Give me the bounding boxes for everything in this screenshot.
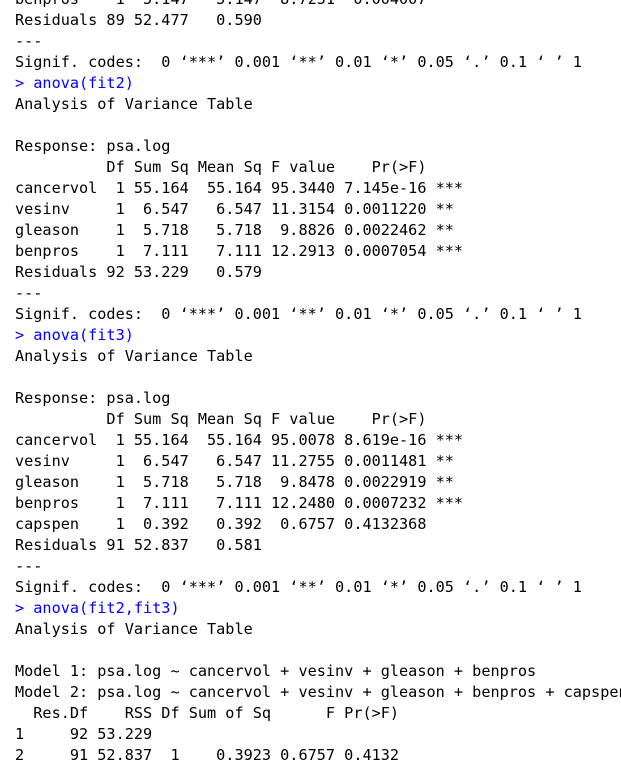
- console-output-line: Model 1: psa.log ~ cancervol + vesinv + …: [15, 662, 537, 680]
- r-console-output[interactable]: benpros 1 5.147 5.147 8.7251 0.004007Res…: [15, 0, 621, 766]
- console-output-line: ---: [15, 32, 43, 50]
- console-output-line: ---: [15, 557, 43, 575]
- console-output-line: Df Sum Sq Mean Sq F value Pr(>F): [15, 410, 464, 428]
- console-command-line: > anova(fit2): [15, 74, 134, 92]
- console-output-line: cancervol 1 55.164 55.164 95.3440 7.145e…: [15, 179, 464, 197]
- console-output-line: cancervol 1 55.164 55.164 95.0078 8.619e…: [15, 431, 464, 449]
- console-command-line: > anova(fit3): [15, 326, 134, 344]
- console-output-line: 1 92 53.229: [15, 725, 409, 743]
- console-output-line: Signif. codes: 0 ‘***’ 0.001 ‘**’ 0.01 ‘…: [15, 305, 582, 323]
- console-output-line: Analysis of Variance Table: [15, 95, 253, 113]
- console-output-line: Residuals 92 53.229 0.579: [15, 263, 464, 281]
- console-output-line: vesinv 1 6.547 6.547 11.2755 0.0011481 *…: [15, 452, 464, 470]
- console-output-line: Model 2: psa.log ~ cancervol + vesinv + …: [15, 683, 621, 701]
- console-output-line: gleason 1 5.718 5.718 9.8478 0.0022919 *…: [15, 473, 464, 491]
- console-output-line: vesinv 1 6.547 6.547 11.3154 0.0011220 *…: [15, 200, 464, 218]
- console-output-line: benpros 1 7.111 7.111 12.2480 0.0007232 …: [15, 494, 464, 512]
- console-output-line: Analysis of Variance Table: [15, 347, 253, 365]
- console-command-line: > anova(fit2,fit3): [15, 599, 180, 617]
- console-output-line: Response: psa.log: [15, 137, 171, 155]
- console-output-line: Response: psa.log: [15, 389, 171, 407]
- console-output-line: capspen 1 0.392 0.392 0.6757 0.4132368: [15, 515, 464, 533]
- console-output-line: Res.Df RSS Df Sum of Sq F Pr(>F): [15, 704, 400, 722]
- console-output-line: Signif. codes: 0 ‘***’ 0.001 ‘**’ 0.01 ‘…: [15, 53, 582, 71]
- console-output-line: Analysis of Variance Table: [15, 620, 253, 638]
- console-output-line: benpros 1 5.147 5.147 8.7251 0.004007: [15, 0, 621, 10]
- console-output-line: Residuals 89 52.477 0.590: [15, 11, 262, 29]
- console-output-line: Residuals 91 52.837 0.581: [15, 536, 464, 554]
- console-output-line: benpros 1 7.111 7.111 12.2913 0.0007054 …: [15, 242, 464, 260]
- console-output-line: gleason 1 5.718 5.718 9.8826 0.0022462 *…: [15, 221, 464, 239]
- console-output-line: Signif. codes: 0 ‘***’ 0.001 ‘**’ 0.01 ‘…: [15, 578, 582, 596]
- console-output-line: ---: [15, 284, 43, 302]
- console-output-line: Df Sum Sq Mean Sq F value Pr(>F): [15, 158, 464, 176]
